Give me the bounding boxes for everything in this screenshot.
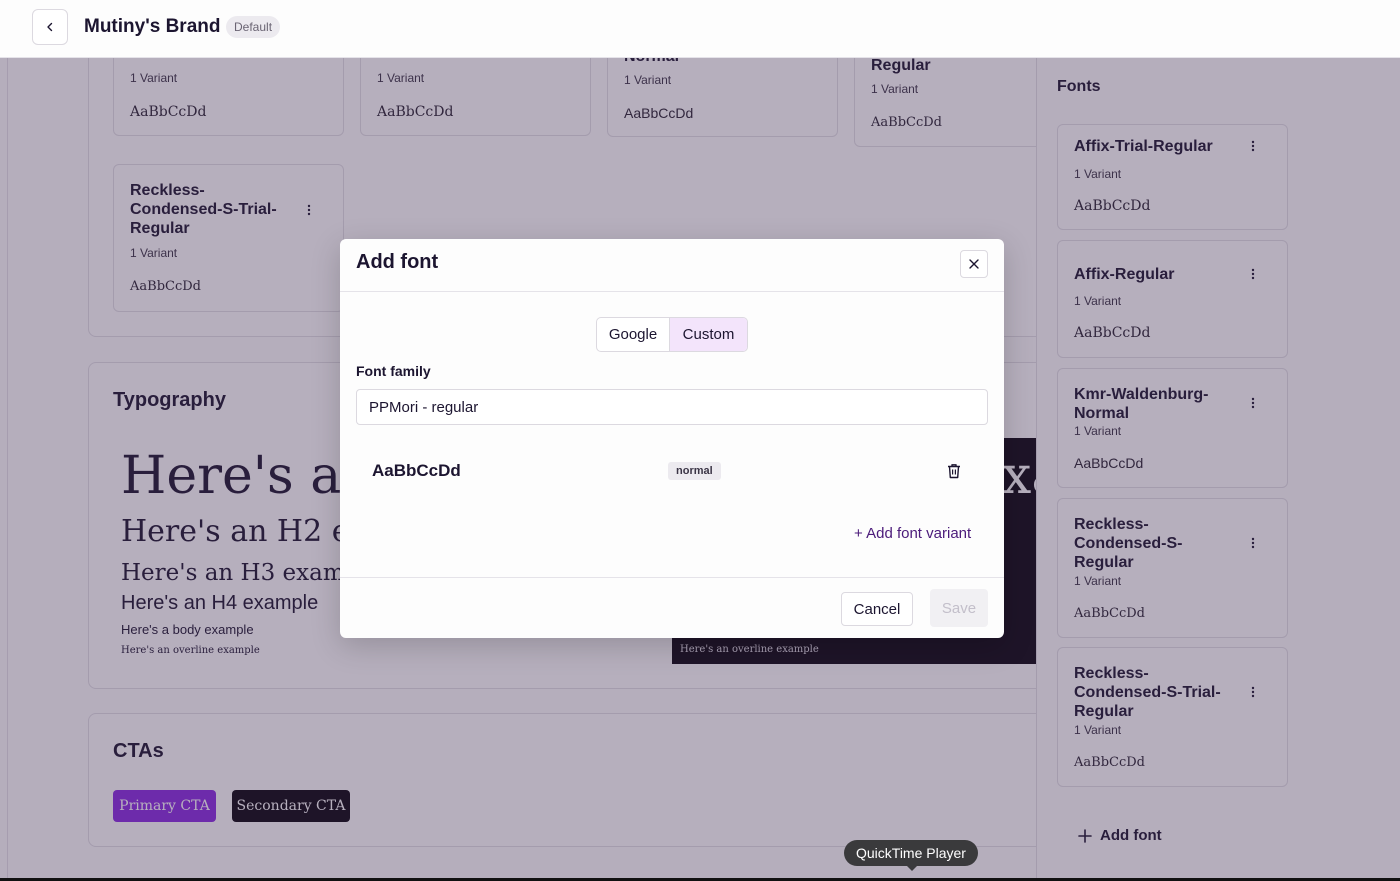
close-icon	[969, 259, 979, 269]
save-button[interactable]: Save	[930, 589, 988, 627]
cancel-button[interactable]: Cancel	[841, 592, 913, 626]
back-button[interactable]	[32, 9, 68, 45]
dialog-footer: Cancel Save	[340, 577, 1004, 638]
variant-style-badge: normal	[668, 462, 721, 480]
add-font-dialog: Add font Google Custom Font family AaBbC…	[340, 239, 1004, 638]
page-title: Mutiny's Brand	[84, 16, 221, 37]
status-badge: Default	[226, 16, 281, 38]
page-header-cover: Mutiny's Brand Default	[0, 0, 1400, 58]
delete-variant-button[interactable]	[945, 462, 963, 480]
tooltip-arrow	[905, 864, 919, 871]
dialog-title: Add font	[356, 251, 439, 273]
variant-sample: AaBbCcDd	[372, 461, 461, 480]
tab-google[interactable]: Google	[597, 318, 670, 351]
tab-custom[interactable]: Custom	[670, 318, 747, 351]
add-font-variant-link[interactable]: + Add font variant	[854, 525, 971, 542]
chevron-left-icon	[47, 22, 53, 32]
dialog-header: Add font	[340, 239, 1004, 292]
font-family-label: Font family	[356, 363, 431, 379]
dock-tooltip: QuickTime Player	[844, 840, 978, 866]
source-toggle: Google Custom	[596, 317, 748, 352]
close-button[interactable]	[960, 250, 988, 278]
trash-icon	[948, 464, 960, 479]
font-family-input[interactable]	[356, 389, 988, 425]
